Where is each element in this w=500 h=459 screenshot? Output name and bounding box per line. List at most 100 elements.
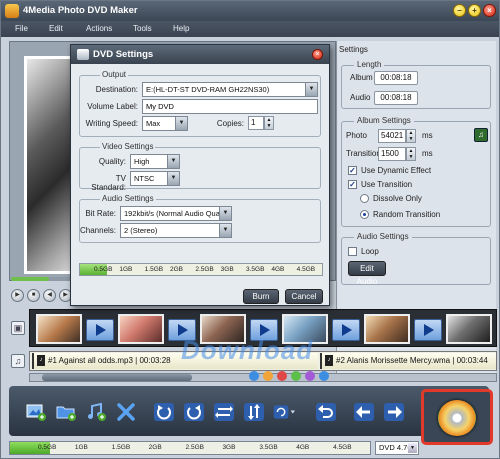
quality-select[interactable]: High ▼: [130, 154, 180, 169]
rotate-right-icon[interactable]: [183, 402, 205, 422]
photo-thumbnail[interactable]: [118, 314, 164, 344]
move-right-icon[interactable]: [383, 402, 405, 422]
photo-thumbnail[interactable]: [446, 314, 492, 344]
dissolve-only-radio[interactable]: [360, 194, 369, 203]
capacity-tick-label: 2GB: [148, 444, 162, 451]
capacity-tick-label: 1GB: [74, 444, 88, 451]
play-icon[interactable]: ▶: [11, 289, 24, 302]
audio-track-item[interactable]: ♪ #2 Alanis Morissette Mercy.wma | 00:03…: [320, 353, 496, 369]
audio-settings-title: Audio Settings: [354, 232, 412, 241]
add-photo-icon[interactable]: [25, 402, 47, 422]
volume-label: Volume Label:: [87, 102, 138, 111]
move-left-icon[interactable]: [353, 402, 375, 422]
burn-dvd-button[interactable]: [421, 389, 493, 445]
music-note-icon[interactable]: ♫: [474, 128, 488, 142]
use-dynamic-effect-checkbox[interactable]: ✓: [348, 166, 357, 175]
transition-icon[interactable]: [86, 319, 114, 341]
loop-checkbox[interactable]: [348, 247, 357, 256]
edit-audio-button[interactable]: Edit Audio: [348, 261, 386, 286]
photo-spin-icon[interactable]: ▲ ▼: [406, 129, 416, 143]
disc-capacity-bar: 0.5GB 1GB 1.5GB 2GB 2.5GB 3GB 3.5GB 4GB 4.5GB: [9, 441, 371, 455]
transition-unit: ms: [422, 149, 433, 158]
capacity-tick-label: 1.5GB: [144, 266, 164, 273]
menu-actions[interactable]: Actions: [86, 24, 112, 33]
chevron-down-icon: ▼: [219, 207, 231, 220]
tv-standard-value: NTSC: [134, 174, 155, 183]
settings-header: Settings: [339, 45, 368, 54]
rotate-left-icon[interactable]: [153, 402, 175, 422]
chevron-down-icon: ▼: [219, 224, 231, 237]
capacity-tick-label: 2.5GB: [185, 444, 204, 451]
menu-file[interactable]: File: [15, 24, 28, 33]
close-button[interactable]: ×: [483, 4, 496, 17]
chevron-down-icon: ▼: [175, 117, 187, 130]
menu-edit[interactable]: Edit: [49, 24, 63, 33]
add-music-icon[interactable]: [85, 402, 107, 422]
photo-thumbnail[interactable]: [364, 314, 410, 344]
capacity-tick-label: 3.5GB: [246, 266, 265, 273]
capacity-tick-label: 0.5GB: [94, 266, 113, 273]
audio-settings-dialog-group: Audio Settings Bit Rate: 192kbit/s (Norm…: [79, 194, 321, 243]
app-logo-icon: [5, 4, 19, 18]
flip-horizontal-icon[interactable]: [213, 402, 235, 422]
bitrate-select[interactable]: 192kbit/s (Normal Audio Quality ▼: [120, 206, 232, 221]
copies-label: Copies:: [216, 119, 244, 128]
menu-bar: File Edit Actions Tools Help: [1, 21, 499, 37]
minimize-button[interactable]: –: [453, 4, 466, 17]
photo-label: Photo: [346, 131, 367, 140]
disc-type-select[interactable]: DVD 4.7G ▼: [375, 441, 419, 455]
photo-thumbnail[interactable]: [36, 314, 82, 344]
maximize-button[interactable]: +: [468, 4, 481, 17]
title-bar: 4Media Photo DVD Maker – + ×: [1, 1, 499, 21]
length-group: Length Album 00:08:18 Audio 00:08:18: [341, 60, 491, 109]
audio-length-value: 00:08:18: [374, 91, 418, 105]
bitrate-label: Bit Rate:: [85, 209, 116, 218]
dialog-title-bar: DVD Settings ×: [71, 45, 329, 64]
audio-length-label: Audio: [350, 93, 371, 102]
stop-icon[interactable]: ■: [27, 289, 40, 302]
capacity-tick-label: 2.5GB: [195, 266, 214, 273]
flip-vertical-icon[interactable]: [243, 402, 265, 422]
watermark-dot: [305, 371, 315, 381]
dialog-close-button[interactable]: ×: [312, 49, 323, 60]
menu-help[interactable]: Help: [173, 24, 189, 33]
dvd-settings-dialog: DVD Settings × Output Destination: E:(HL…: [70, 44, 330, 306]
tv-standard-select[interactable]: NTSC ▼: [130, 171, 180, 186]
music-note-icon: ♪: [37, 355, 45, 366]
transition-duration-input[interactable]: 1500: [378, 147, 406, 161]
volume-label-input[interactable]: [142, 99, 318, 114]
quality-label: Quality:: [98, 157, 126, 166]
audio-settings-dialog-title: Audio Settings: [100, 194, 156, 203]
undo-icon[interactable]: [315, 402, 337, 422]
watermark-dot: [249, 371, 259, 381]
random-transition-radio[interactable]: [360, 210, 369, 219]
channels-value: 2 (Stereo): [124, 226, 158, 235]
cancel-button[interactable]: Cancel: [285, 289, 323, 304]
channels-select[interactable]: 2 (Stereo) ▼: [120, 223, 232, 238]
transition-icon[interactable]: [332, 319, 360, 341]
effects-dropdown-icon[interactable]: [273, 402, 303, 422]
add-folder-icon[interactable]: [55, 402, 77, 422]
scrollbar-thumb[interactable]: [42, 374, 192, 381]
destination-select[interactable]: E:(HL-DT-ST DVD-RAM GH22NS30) ▼: [142, 82, 318, 97]
chevron-down-icon: ▼: [167, 155, 179, 168]
delete-icon[interactable]: [115, 402, 137, 422]
prev-icon[interactable]: ◀: [43, 289, 56, 302]
transition-icon[interactable]: [414, 319, 442, 341]
chevron-down-icon: ▼: [305, 83, 317, 96]
copies-input[interactable]: 1: [248, 116, 264, 130]
output-title: Output: [100, 70, 129, 79]
main-toolbar: [9, 386, 489, 436]
burn-button[interactable]: Burn: [243, 289, 279, 304]
writing-speed-select[interactable]: Max ▼: [142, 116, 188, 131]
random-transition-label: Random Transition: [373, 210, 441, 219]
dialog-capacity-bar: 0.5GB 1GB 1.5GB 2GB 2.5GB 3GB 3.5GB 4GB 4.5GB: [79, 263, 323, 276]
photo-duration-input[interactable]: 54021: [378, 129, 406, 143]
capacity-tick-label: 1.5GB: [111, 444, 131, 451]
output-group: Output Destination: E:(HL-DT-ST DVD-RAM …: [79, 70, 321, 137]
app-title: 4Media Photo DVD Maker: [23, 5, 138, 16]
transition-spin-icon[interactable]: ▲ ▼: [406, 147, 416, 161]
menu-tools[interactable]: Tools: [133, 24, 152, 33]
use-transition-checkbox[interactable]: ✓: [348, 180, 357, 189]
copies-spin-icon[interactable]: ▲ ▼: [264, 116, 274, 130]
